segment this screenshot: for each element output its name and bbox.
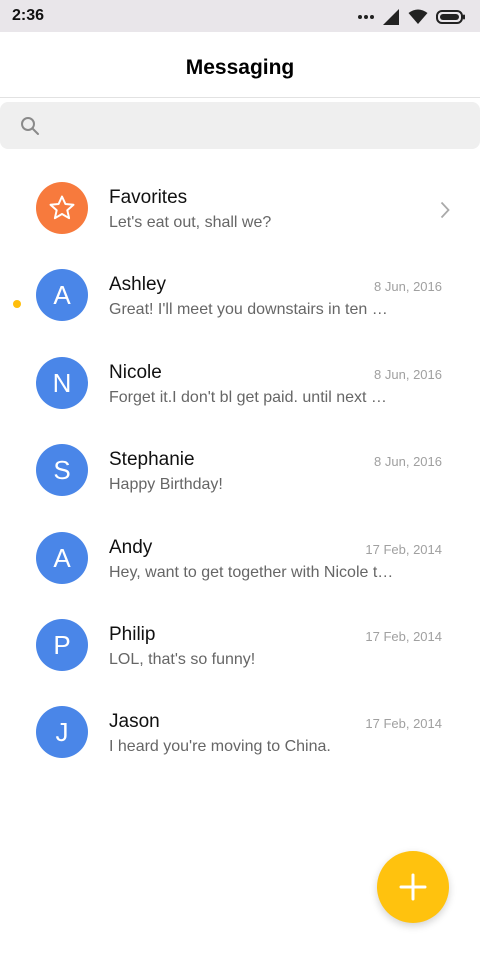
message-preview: Forget it.I don't bl get paid. until nex…: [109, 388, 394, 406]
avatar: P: [36, 618, 88, 671]
avatar: [36, 182, 88, 234]
list-item[interactable]: A Ashley 8 Jun, 2016 Great! I'll meet yo…: [0, 252, 480, 339]
contact-name: Andy: [109, 536, 153, 558]
status-bar: 2:36: [0, 0, 480, 32]
contact-name: Favorites: [109, 187, 188, 208]
list-item[interactable]: J Jason 17 Feb, 2014 I heard you're movi…: [0, 689, 480, 776]
search-icon: [21, 117, 39, 135]
chevron-right-icon: [440, 201, 450, 219]
list-item[interactable]: Favorites Let's eat out, shall we?: [0, 165, 480, 252]
signal-icon: [383, 9, 399, 25]
avatar: N: [36, 356, 88, 409]
wifi-icon: [408, 9, 428, 24]
conversation-list: Favorites Let's eat out, shall we? A Ash…: [0, 165, 480, 777]
timestamp: 8 Jun, 2016: [374, 366, 442, 382]
message-preview: Let's eat out, shall we?: [109, 214, 272, 231]
timestamp: 8 Jun, 2016: [374, 279, 442, 295]
battery-icon: [436, 10, 465, 24]
message-preview: Great! I'll meet you downstairs in ten m…: [109, 301, 394, 319]
new-message-button[interactable]: [377, 851, 449, 923]
contact-name: Stephanie: [109, 449, 195, 471]
app-bar: Messaging: [0, 32, 480, 98]
message-preview: I heard you're moving to China.: [109, 738, 331, 756]
status-icons: [358, 7, 466, 27]
plus-icon: [399, 873, 427, 901]
contact-name: Nicole: [109, 361, 162, 383]
contact-name: Ashley: [109, 274, 167, 296]
list-item[interactable]: A Andy 17 Feb, 2014 Hey, want to get tog…: [0, 515, 480, 602]
timestamp: 17 Feb, 2014: [365, 541, 442, 557]
page-title: Messaging: [185, 56, 295, 79]
message-preview: Hey, want to get together with Nicole to…: [109, 563, 394, 581]
avatar: J: [36, 706, 88, 759]
message-preview: Happy Birthday!: [109, 476, 223, 494]
timestamp: 17 Feb, 2014: [365, 716, 442, 732]
message-preview: LOL, that's so funny!: [109, 650, 256, 668]
more-dots-icon: [358, 15, 374, 19]
contact-name: Philip: [109, 623, 156, 645]
star-icon: [49, 195, 75, 220]
avatar: S: [36, 444, 88, 497]
list-item[interactable]: S Stephanie 8 Jun, 2016 Happy Birthday!: [0, 427, 480, 514]
avatar: A: [36, 269, 88, 322]
search-bar[interactable]: [0, 102, 480, 149]
timestamp: 17 Feb, 2014: [365, 628, 442, 644]
list-item[interactable]: P Philip 17 Feb, 2014 LOL, that's so fun…: [0, 602, 480, 689]
contact-name: Jason: [109, 711, 160, 733]
list-item[interactable]: N Nicole 8 Jun, 2016 Forget it.I don't b…: [0, 340, 480, 427]
timestamp: 8 Jun, 2016: [374, 454, 442, 470]
status-time: 2:36: [12, 7, 45, 24]
avatar: A: [36, 531, 88, 584]
